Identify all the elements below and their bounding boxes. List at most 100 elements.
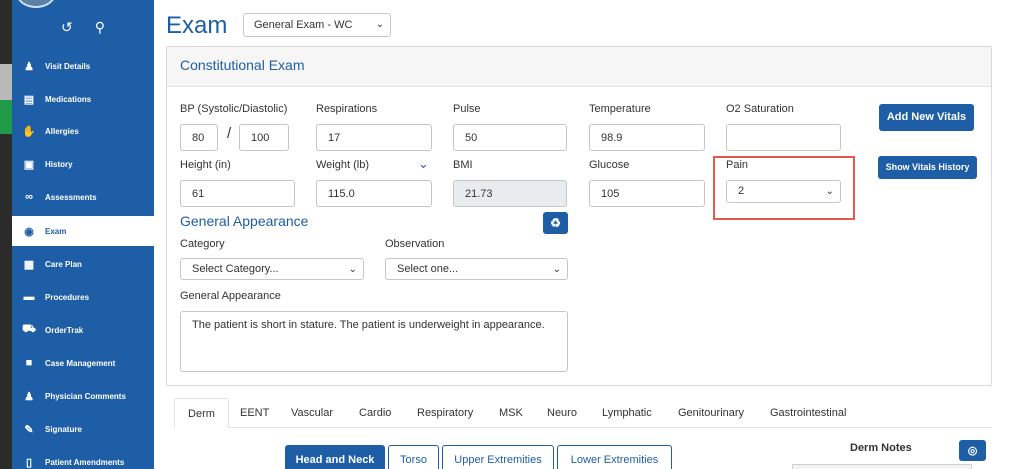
tab-msk[interactable]: MSK [499,398,523,428]
bed-icon: ▬ [23,291,35,303]
sidebar-item-physician-comments[interactable]: ♟ Physician Comments [12,381,154,411]
sidebar-item-label: Signature [45,424,82,434]
user-icon: ♟ [24,390,34,403]
tab-gastrointestinal[interactable]: Gastrointestinal [770,398,846,428]
sidebar-item-medications[interactable]: ▤ Medications [12,84,154,114]
o2-saturation-input[interactable] [726,124,841,151]
temperature-label: Temperature [589,103,651,115]
tab-respiratory[interactable]: Respiratory [417,398,473,428]
sidebar-item-care-plan[interactable]: ▩ Care Plan [12,249,154,279]
sidebar-item-label: Case Management [45,358,116,368]
derm-notes-field[interactable] [792,464,972,469]
book-icon: ▣ [23,158,35,171]
subtab-lower-extremities[interactable]: Lower Extremities [557,445,672,469]
signature-icon: ✎ [24,423,34,436]
tab-vascular[interactable]: Vascular [291,398,333,428]
sidebar-item-label: Care Plan [45,259,82,269]
derm-notes-label: Derm Notes [850,442,912,454]
sidebar-item-exam[interactable]: ◉ Exam [12,216,154,246]
temperature-input[interactable]: 98.9 [589,124,705,151]
left-strip [0,0,12,469]
sidebar-item-ordertrak[interactable]: ⛟ OrderTrak [12,315,154,345]
tab-cardio[interactable]: Cardio [359,398,391,428]
bp-systolic-input[interactable]: 80 [180,124,218,151]
add-new-vitals-button[interactable]: Add New Vitals [879,104,974,131]
back-circle-icon[interactable]: ↺ [61,18,73,36]
respirations-label: Respirations [316,103,378,115]
sidebar-item-case-management[interactable]: ■ Case Management [12,348,154,378]
tab-lymphatic[interactable]: Lymphatic [602,398,652,428]
sidebar-item-signature[interactable]: ✎ Signature [12,414,154,444]
subtab-torso[interactable]: Torso [388,445,439,469]
sidebar-item-label: Procedures [45,292,90,302]
bp-diastolic-input[interactable]: 100 [239,124,289,151]
strip-segment-grey [0,64,12,100]
folder-icon: ▯ [25,456,33,469]
o2-saturation-label: O2 Saturation [726,103,794,115]
eye-icon: ◉ [24,225,34,238]
height-input[interactable]: 61 [180,180,295,207]
sidebar-item-label: Physician Comments [45,391,126,401]
general-appearance-title: General Appearance [180,213,309,229]
observation-value: Select one... [397,263,459,275]
weight-chevron-icon[interactable]: ⌄ [418,156,429,172]
respirations-input[interactable]: 17 [316,124,432,151]
bp-separator: / [227,125,232,142]
bp-label: BP (Systolic/Diastolic) [180,103,288,115]
weight-input[interactable]: 115.0 [316,180,432,207]
recycle-button[interactable]: ♻ [543,212,568,234]
sidebar-item-history[interactable]: ▣ History [12,149,154,179]
general-appearance-text-label: General Appearance [180,290,281,302]
pulse-input[interactable]: 50 [453,124,567,151]
bmi-label: BMI [453,159,473,171]
page-title: Exam [166,12,228,39]
subtab-upper-extremities[interactable]: Upper Extremities [442,445,554,469]
exam-type-value: General Exam - WC [254,19,353,31]
exam-type-select[interactable]: General Exam - WC ⌄ [243,13,391,37]
chevron-down-icon: ⌄ [348,264,357,275]
sidebar-item-procedures[interactable]: ▬ Procedures [12,282,154,312]
pain-highlight-box [713,156,855,220]
sidebar-item-label: OrderTrak [45,325,84,335]
sidebar-item-label: Visit Details [45,61,91,71]
sidebar-item-patient-amendments[interactable]: ▯ Patient Amendments [12,447,154,469]
sidebar-toolbar: ↺ ⚲ [12,18,154,36]
search-icon[interactable]: ⚲ [95,18,105,36]
sidebar-item-label: Patient Amendments [45,457,125,467]
category-value: Select Category... [192,263,279,275]
glucose-label: Glucose [589,159,630,171]
bmi-input: 21.73 [453,180,567,207]
tab-eent[interactable]: EENT [240,398,269,428]
avatar[interactable] [16,0,56,8]
panel-title: Constitutional Exam [167,47,991,87]
sidebar-item-allergies[interactable]: ✋ Allergies [12,116,154,146]
recycle-icon: ♻ [550,216,561,230]
tab-genitourinary[interactable]: Genitourinary [678,398,744,428]
sidebar-item-label: History [45,159,73,169]
tab-neuro[interactable]: Neuro [547,398,577,428]
document-icon: ▤ [23,93,35,106]
strip-segment-green [0,100,12,134]
subtab-head-and-neck[interactable]: Head and Neck [285,445,385,469]
tab-derm[interactable]: Derm [174,398,229,428]
binoculars-button[interactable]: ◎ [959,440,986,461]
briefcase-icon: ■ [25,357,33,369]
users-icon: ♟ [24,60,34,73]
sidebar-item-label: Assessments [45,192,97,202]
sidebar-item-label: Medications [45,94,92,104]
binoculars-icon: ◎ [967,445,978,457]
category-select[interactable]: Select Category... ⌄ [180,258,364,280]
hand-icon: ✋ [22,125,36,138]
pulse-label: Pulse [453,103,481,115]
exam-tabs: Derm EENT Vascular Cardio Respiratory MS… [174,398,992,428]
sidebar: ↺ ⚲ ♟ Visit Details ▤ Medications ✋ Alle… [12,0,154,469]
observation-select[interactable]: Select one... ⌄ [385,258,568,280]
general-appearance-textarea[interactable]: The patient is short in stature. The pat… [180,311,568,372]
glucose-input[interactable]: 105 [589,180,705,207]
show-vitals-history-button[interactable]: Show Vitals History [878,156,977,179]
sidebar-item-assessments[interactable]: ∞ Assessments [12,182,154,212]
sidebar-item-label: Exam [45,226,67,236]
height-label: Height (in) [180,159,231,171]
weight-label: Weight (lb) [316,159,369,171]
sidebar-item-visit-details[interactable]: ♟ Visit Details [12,51,154,81]
